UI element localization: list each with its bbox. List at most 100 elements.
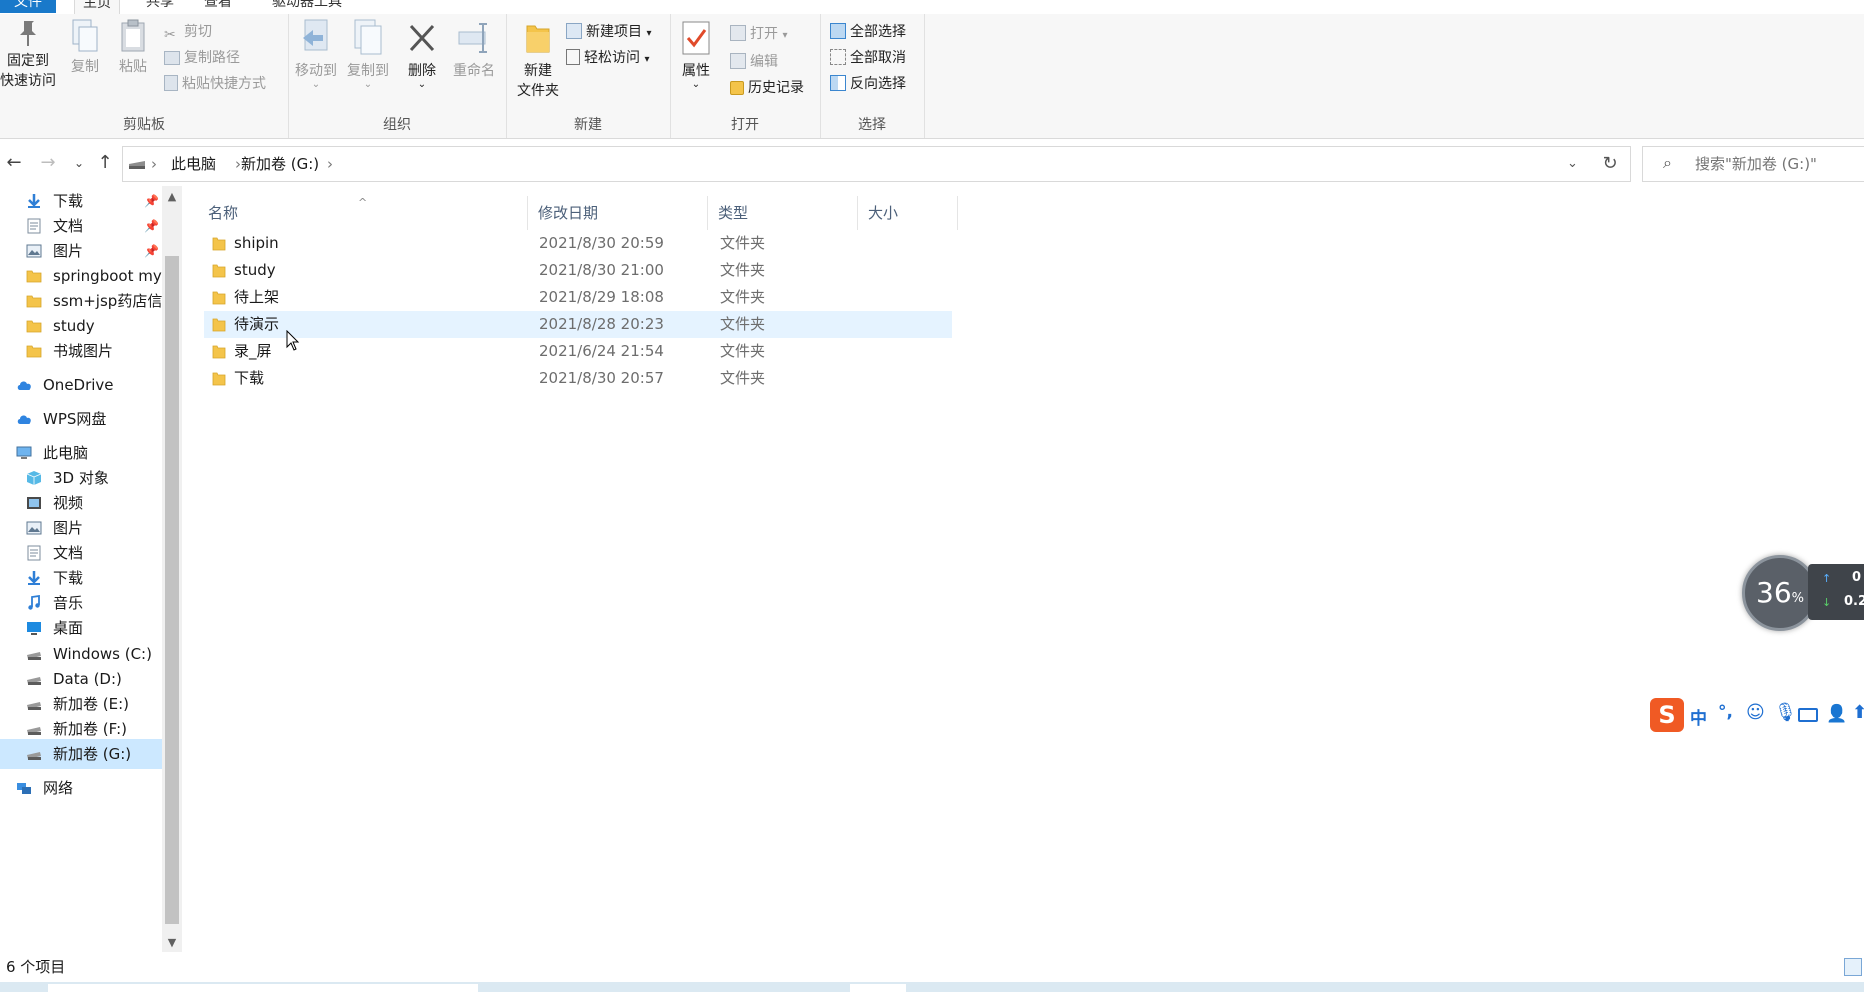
breadcrumb-this-pc[interactable]: 此电脑	[171, 147, 216, 181]
open-label: 打开	[750, 26, 778, 42]
column-header-name[interactable]: 名称 ^	[198, 196, 528, 230]
open-button[interactable]: 打开 ▾	[730, 22, 787, 46]
copy-label: 复制	[71, 59, 99, 75]
copy-to-label: 复制到	[347, 63, 389, 79]
user-icon[interactable]: 👤	[1826, 704, 1847, 724]
memory-usage-gauge[interactable]: 36%	[1742, 555, 1818, 631]
keyboard-icon[interactable]	[1798, 708, 1818, 722]
paste-button[interactable]: 粘贴	[112, 18, 154, 77]
copy-to-dropdown-icon: ⌄	[363, 79, 373, 90]
file-date: 2021/6/24 21:54	[539, 342, 664, 360]
select-none-button[interactable]: 全部取消	[830, 46, 906, 70]
column-header-type[interactable]: 类型	[708, 196, 858, 230]
pin-quick-access-button[interactable]: 固定到 快速访问	[0, 18, 56, 91]
tab-drive-tools[interactable]: 驱动器工具	[264, 0, 350, 13]
recent-locations-button[interactable]: ⌄	[70, 142, 88, 184]
sidebar-item[interactable]: WPS网盘	[0, 404, 162, 434]
copy-to-button[interactable]: 复制到 ⌄	[344, 18, 392, 90]
forward-button[interactable]: →	[36, 142, 60, 184]
scroll-up-icon[interactable]: ▲	[162, 190, 182, 203]
breadcrumb-separator-icon: ›	[151, 155, 157, 173]
forward-arrow-icon: →	[40, 152, 56, 173]
navigation-pane: 下载 📌 文档 📌 图片 📌 springboot my ssm+jsp药店信! study 书城…	[0, 186, 186, 952]
delete-button[interactable]: 删除 ⌄	[400, 18, 444, 90]
search-box[interactable]: ⌕	[1642, 146, 1864, 182]
sidebar-item[interactable]: 网络	[0, 773, 162, 803]
table-row[interactable]: 待演示 2021/8/28 20:23 文件夹	[204, 311, 952, 338]
folder-icon	[26, 320, 42, 333]
back-button[interactable]: ←	[2, 142, 26, 184]
file-date: 2021/8/29 18:08	[539, 288, 664, 306]
sidebar-item-label: WPS网盘	[43, 410, 107, 428]
select-all-button[interactable]: 全部选择	[830, 20, 906, 44]
move-to-label: 移动到	[295, 63, 337, 79]
copy-to-icon	[354, 19, 382, 55]
move-to-dropdown-icon: ⌄	[311, 79, 321, 90]
file-type: 文件夹	[720, 234, 766, 252]
table-row[interactable]: 录_屏 2021/6/24 21:54 文件夹	[204, 338, 952, 365]
microphone-icon[interactable]: 🎙	[1774, 702, 1797, 723]
drive-icon	[27, 652, 41, 660]
edit-icon	[730, 53, 746, 69]
sidebar-item[interactable]: OneDrive	[0, 370, 162, 400]
rename-button[interactable]: 重命名	[448, 18, 500, 81]
table-row[interactable]: shipin 2021/8/30 20:59 文件夹	[204, 230, 952, 257]
desktop-icon	[27, 622, 41, 635]
refresh-button[interactable]: ↻	[1590, 146, 1631, 182]
breadcrumb-drive-g[interactable]: 新加卷 (G:)	[241, 147, 319, 181]
file-type: 文件夹	[720, 288, 766, 306]
easy-access-button[interactable]: 轻松访问 ▾	[566, 46, 649, 70]
tab-home[interactable]: 主页	[74, 0, 120, 14]
status-bar: 6 个项目	[0, 952, 1864, 982]
scroll-down-icon[interactable]: ▼	[162, 936, 182, 949]
search-input[interactable]	[1693, 147, 1864, 181]
more-tools-icon[interactable]: ⬆	[1852, 702, 1864, 723]
edit-button[interactable]: 编辑	[730, 50, 778, 74]
copy-path-button[interactable]: 复制路径	[164, 46, 240, 70]
invert-selection-button[interactable]: 反向选择	[830, 72, 906, 96]
new-item-button[interactable]: 新建项目 ▾	[566, 20, 651, 44]
move-to-icon	[303, 19, 328, 51]
delete-dropdown-icon: ⌄	[417, 79, 427, 90]
history-button[interactable]: 历史记录	[730, 76, 804, 100]
ime-mode-toggle[interactable]: 中	[1690, 704, 1707, 729]
ime-punctuation-toggle[interactable]: °,	[1718, 702, 1733, 722]
navigation-pane-scrollbar[interactable]: ▲ ▼	[162, 186, 182, 952]
table-row[interactable]: 待上架 2021/8/29 18:08 文件夹	[204, 284, 952, 311]
tab-view[interactable]: 查看	[196, 0, 240, 13]
file-name: 待上架	[234, 288, 280, 306]
column-header-size[interactable]: 大小	[858, 196, 958, 230]
gauge-unit: %	[1791, 591, 1804, 606]
tab-share[interactable]: 共享	[138, 0, 182, 13]
file-date: 2021/8/30 20:57	[539, 369, 664, 387]
new-folder-button[interactable]: 新建 文件夹	[510, 18, 566, 101]
cut-button[interactable]: ✂ 剪切	[164, 20, 212, 44]
tab-file[interactable]: 文件	[0, 0, 56, 13]
sogou-logo-icon[interactable]: S	[1650, 698, 1684, 732]
sidebar-item[interactable]: 书城图片	[0, 336, 162, 366]
details-view-icon[interactable]	[1844, 958, 1862, 976]
address-dropdown-icon[interactable]: ⌄	[1567, 147, 1578, 181]
paste-shortcut-button[interactable]: 粘贴快捷方式	[164, 72, 266, 96]
properties-label: 属性	[682, 63, 710, 79]
address-bar[interactable]: › 此电脑 › 新加卷 (G:) › ⌄	[122, 146, 1592, 182]
ribbon: 固定到 快速访问 复制 粘贴 ✂ 剪切 复制路径 粘贴快捷方式 剪贴板 移动到 …	[0, 14, 1864, 139]
emoji-icon[interactable]: ☺	[1746, 702, 1765, 723]
scrollbar-thumb[interactable]	[165, 256, 179, 924]
copy-button[interactable]: 复制	[64, 18, 106, 77]
folder-icon	[26, 345, 42, 358]
open-dropdown-icon: ▾	[782, 30, 788, 41]
copy-path-icon	[164, 51, 180, 65]
table-row[interactable]: study 2021/8/30 21:00 文件夹	[204, 257, 952, 284]
column-header-name-label: 名称	[208, 204, 239, 222]
column-header-date[interactable]: 修改日期	[528, 196, 708, 230]
up-button[interactable]: ↑	[94, 142, 116, 184]
drive-icon	[129, 161, 145, 169]
video-icon	[27, 497, 41, 509]
move-to-button[interactable]: 移动到 ⌄	[292, 18, 340, 90]
table-row[interactable]: 下载 2021/8/30 20:57 文件夹	[204, 365, 952, 392]
properties-button[interactable]: 属性 ⌄	[674, 18, 718, 90]
sidebar-item[interactable]: 新加卷 (G:)	[0, 739, 162, 769]
copy-path-label: 复制路径	[184, 50, 240, 66]
computer-icon	[16, 446, 32, 459]
